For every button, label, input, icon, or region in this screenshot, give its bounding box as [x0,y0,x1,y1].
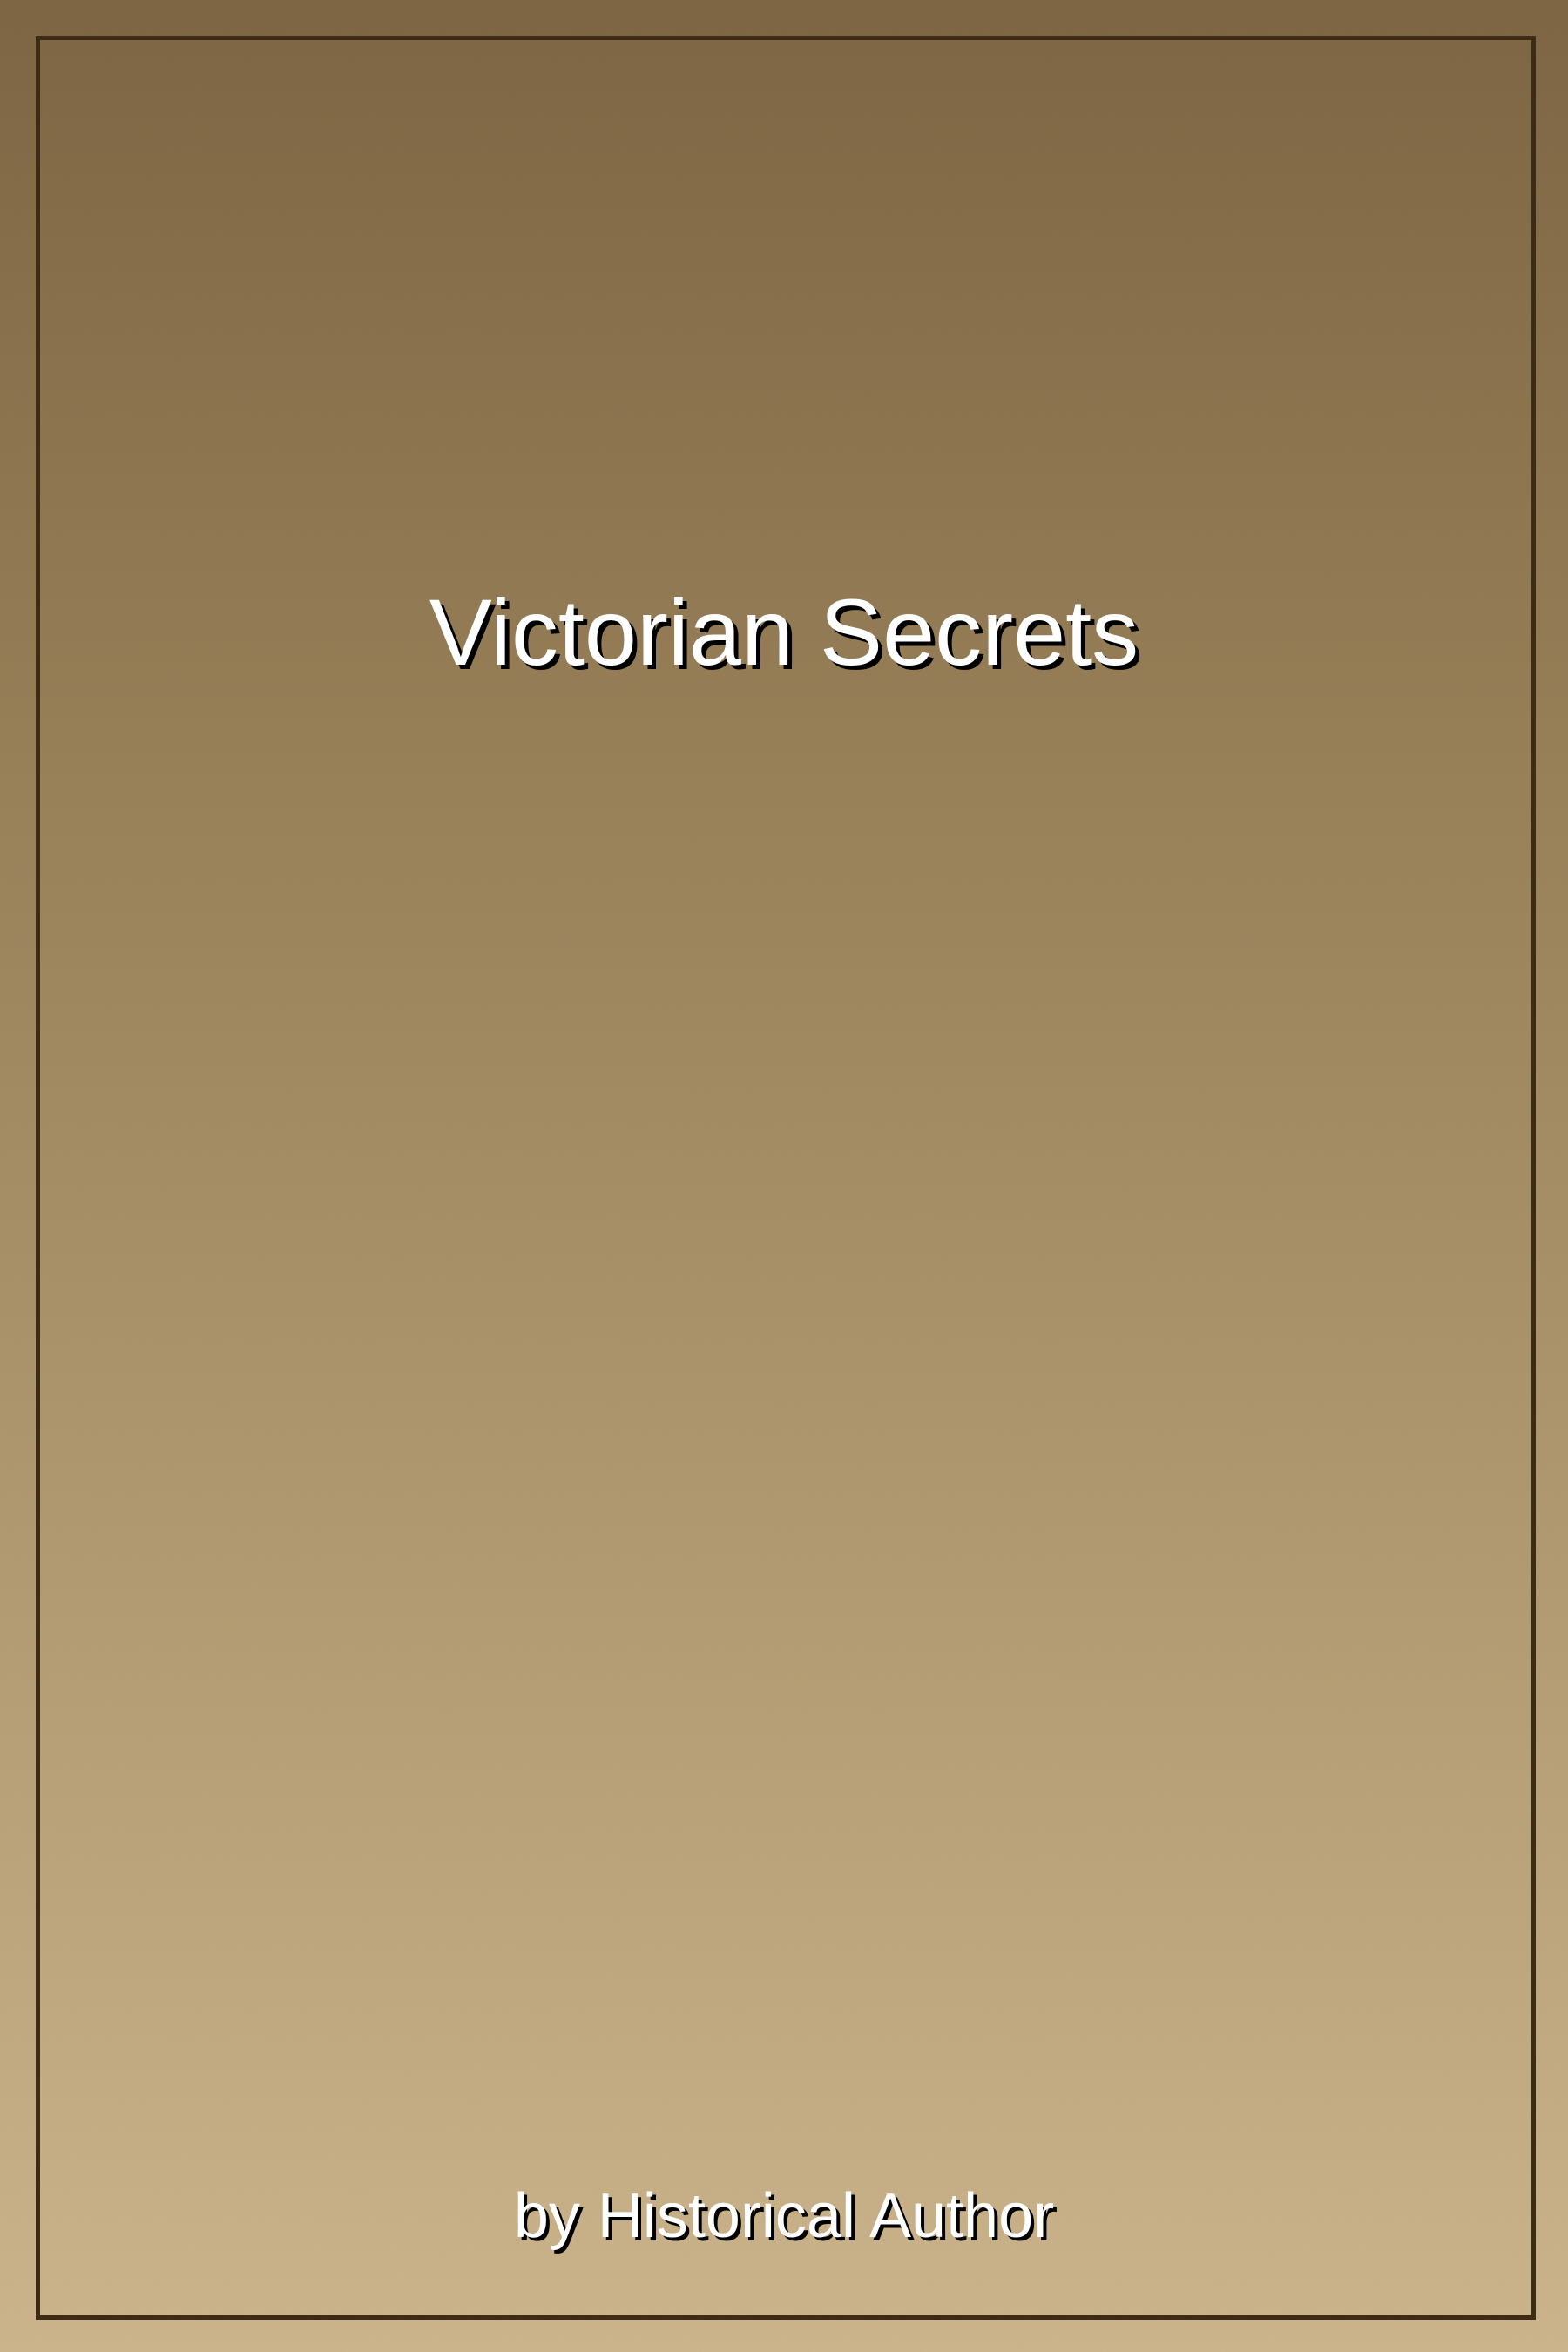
book-cover: Victorian Secrets by Historical Author [0,0,1568,2352]
author-byline: by Historical Author [513,2181,1055,2251]
book-title: Victorian Secrets [429,579,1139,685]
cover-border-frame [36,36,1536,2320]
